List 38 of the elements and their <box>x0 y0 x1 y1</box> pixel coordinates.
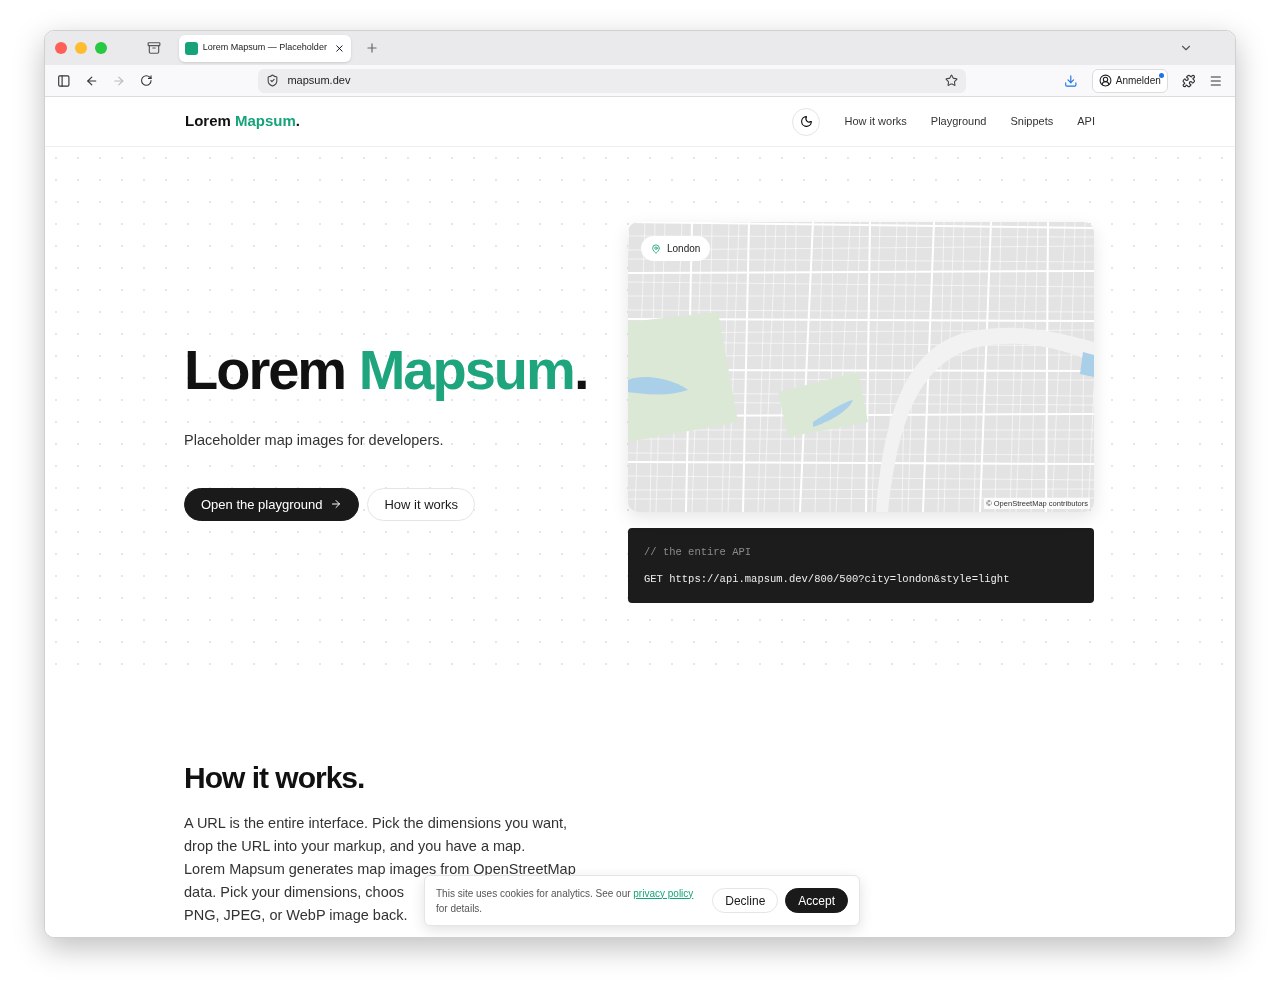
arrow-right-icon <box>330 498 343 511</box>
reload-icon[interactable] <box>139 74 153 87</box>
user-icon <box>1098 74 1112 87</box>
nav-link[interactable]: API <box>1077 113 1095 130</box>
accept-button[interactable]: Accept <box>785 888 848 913</box>
secondary-button[interactable]: How it works <box>367 487 476 521</box>
shield-icon <box>266 74 280 87</box>
decline-button[interactable]: Decline <box>712 888 779 913</box>
primary-button[interactable]: Open the playground <box>184 487 360 521</box>
bookmark-star-icon[interactable] <box>945 74 959 87</box>
nav-link[interactable]: Snippets <box>1010 113 1054 130</box>
openstreetmap-link[interactable]: OpenStreetMap <box>473 861 576 877</box>
nav-link[interactable]: How it works <box>844 113 907 130</box>
close-tab-icon[interactable] <box>334 42 345 54</box>
tab-title: Lorem Mapsum — Placeholder <box>202 41 328 55</box>
sidebar-icon[interactable] <box>57 73 71 88</box>
location-badge: London <box>641 236 711 261</box>
browser-tab[interactable]: Lorem Mapsum — Placeholder <box>179 34 351 62</box>
account-button[interactable]: Anmelden <box>1091 68 1168 93</box>
extensions-icon[interactable] <box>1181 73 1196 88</box>
cookie-message: This site uses cookies for analytics. See our privacy policy for details. <box>436 886 695 916</box>
map-pin-icon <box>651 243 661 254</box>
address-text: mapsum.dev <box>287 73 351 89</box>
download-icon[interactable] <box>1064 73 1078 88</box>
section-heading: How it works. <box>184 760 366 796</box>
address-bar[interactable]: mapsum.dev <box>258 68 967 93</box>
menu-icon[interactable] <box>1209 73 1223 88</box>
code-line: GET https://api.mapsum.dev/800/500?city=london&style=light <box>644 571 1011 587</box>
section-paragraph: A URL is the entire interface. Pick the dimensions you want, drop the URL into your markup, and you have a map. <box>184 814 569 856</box>
moon-icon <box>799 115 813 128</box>
code-comment: // the entire API <box>644 545 753 560</box>
hero-subtitle: Placeholder map images for developers. <box>184 431 445 450</box>
close-window-icon[interactable] <box>55 42 67 54</box>
tab-tray-icon[interactable] <box>147 41 161 55</box>
site-favicon <box>185 41 198 55</box>
site-logo[interactable]: Lorem Mapsum. <box>185 110 301 133</box>
nav-link[interactable]: Playground <box>930 113 987 130</box>
back-icon[interactable] <box>84 73 99 88</box>
